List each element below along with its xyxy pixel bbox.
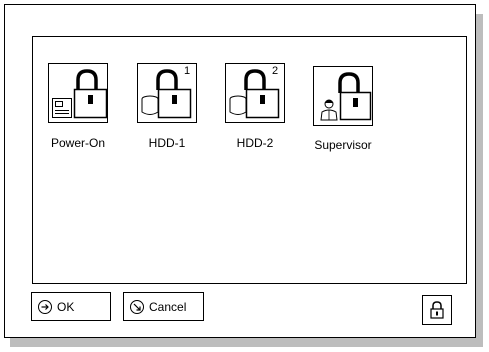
hdd-1-badge: 1 [184, 65, 191, 77]
supervisor-lock-icon [320, 72, 372, 121]
screen: Power-On 1 HDD-1 2 HDD-2 Supervisor OK C… [0, 0, 489, 352]
cancel-button-label: Cancel [149, 299, 187, 314]
hdd-2-badge: 2 [272, 65, 279, 77]
cancel-button[interactable]: Cancel [123, 292, 204, 321]
supervisor-password-icon-button[interactable] [313, 66, 373, 126]
password-icons-panel: Power-On 1 HDD-1 2 HDD-2 Supervisor [32, 36, 467, 284]
hdd-1-label: HDD-1 [148, 136, 186, 150]
lock-button[interactable] [422, 295, 452, 325]
padlock-icon [430, 301, 444, 319]
arrow-diagonal-circle-icon [130, 299, 144, 314]
password-dialog: Power-On 1 HDD-1 2 HDD-2 Supervisor OK C… [4, 4, 476, 338]
power-on-password-icon-button[interactable] [48, 63, 108, 123]
power-on-lock-icon [52, 69, 108, 119]
power-on-label: Power-On [50, 136, 106, 150]
arrow-right-circle-icon [38, 299, 52, 314]
ok-button[interactable]: OK [31, 292, 111, 321]
ok-button-label: OK [57, 299, 75, 314]
hdd-2-label: HDD-2 [236, 136, 274, 150]
supervisor-label: Supervisor [314, 138, 372, 152]
